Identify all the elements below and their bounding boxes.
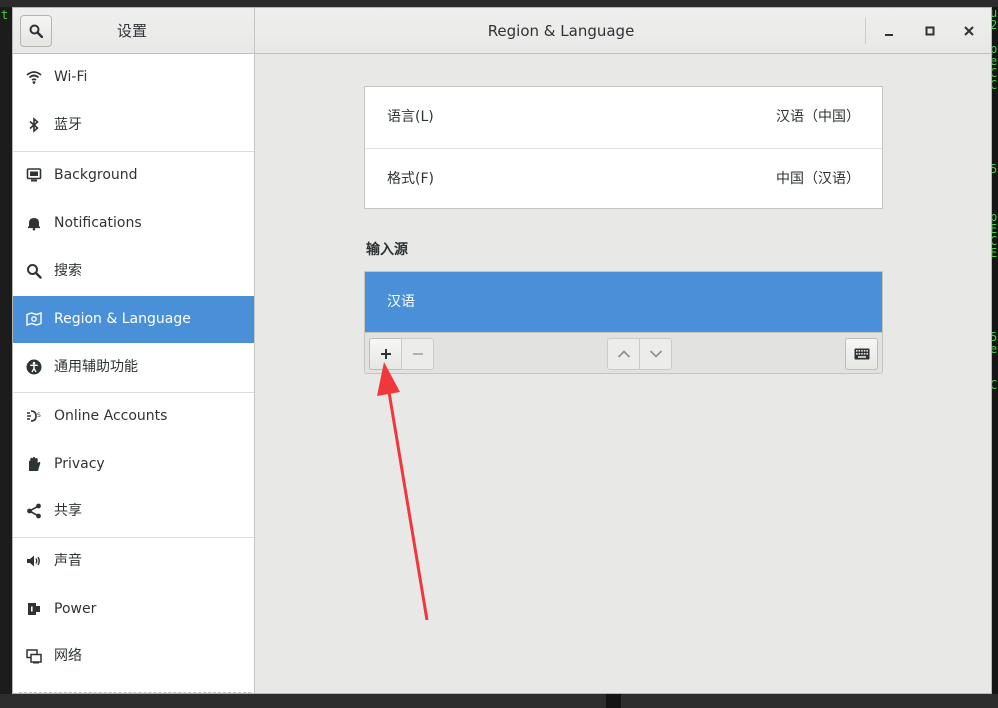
search-icon [26,263,42,279]
sidebar-item-label: Notifications [54,215,142,231]
language-value: 汉语（中国） [776,109,860,125]
sidebar-item-search[interactable]: 搜索 [13,248,254,295]
sidebar-item-label: 共享 [54,503,82,519]
move-up-button[interactable] [607,338,640,370]
sidebar-item-label: 蓝牙 [54,117,82,133]
bluetooth-icon [26,117,42,133]
region-icon [26,311,42,327]
wifi-icon [26,69,42,85]
move-down-button[interactable] [639,338,672,370]
sidebar-item-label: Background [54,167,138,183]
header-separator [865,18,866,44]
sidebar-item-label: Wi-Fi [54,69,88,85]
background-icon [26,167,42,183]
header-bar: 设置 Region & Language [13,8,991,54]
formats-label: 格式(F) [387,171,434,187]
chevron-down-icon [649,350,662,358]
sidebar-item-online-accounts[interactable]: S Online Accounts [13,393,254,440]
power-icon [26,601,42,617]
chevron-up-icon [617,350,630,358]
sidebar-item-bluetooth[interactable]: 蓝牙 [13,102,254,149]
input-source-label: 汉语 [387,294,415,310]
search-button[interactable] [20,15,52,47]
keyboard-layout-button[interactable] [845,338,878,370]
maximize-button[interactable] [915,16,945,46]
bell-icon [26,215,42,231]
sidebar-item-sound[interactable]: 声音 [13,538,254,585]
language-label: 语言(L) [387,109,434,125]
background-terminal-strip [0,0,998,7]
search-icon [29,24,43,38]
minimize-button[interactable] [874,16,904,46]
sidebar-scroll-edge [19,692,251,693]
language-format-frame: 语言(L) 汉语（中国） 格式(F) 中国（汉语） [364,86,883,209]
sidebar-item-label: 网络 [54,648,82,664]
window-title: Region & Language [487,22,635,40]
background-terminal-bottom [0,694,998,708]
sidebar-item-network[interactable]: 网络 [13,633,254,680]
minimize-icon [885,34,893,36]
language-row[interactable]: 语言(L) 汉语（中国） [365,87,882,148]
input-sources-heading: 输入源 [366,242,408,258]
sidebar-title: 设置 [116,22,147,40]
add-input-source-button[interactable] [369,338,402,370]
sidebar-item-label: 搜索 [54,263,82,279]
close-button[interactable] [954,16,984,46]
close-icon [964,26,974,36]
minus-icon [412,353,423,355]
sidebar-item-power[interactable]: Power [13,586,254,633]
sidebar: Wi-Fi 蓝牙 Background Notifications 搜索 Reg… [13,54,255,693]
input-sources-toolbar [365,332,882,373]
share-icon [26,503,42,519]
plus-icon [380,349,391,359]
sidebar-item-label: 通用辅助功能 [54,359,138,375]
keyboard-icon [854,348,869,360]
speaker-icon [26,553,42,569]
sidebar-item-sharing[interactable]: 共享 [13,488,254,535]
formats-value: 中国（汉语） [776,171,860,187]
accessibility-icon [26,359,42,375]
sidebar-item-wifi[interactable]: Wi-Fi [13,54,254,101]
sidebar-item-background[interactable]: Background [13,152,254,199]
sidebar-header: 设置 [13,8,255,54]
input-source-row[interactable]: 汉语 [365,272,882,332]
sidebar-item-accessibility[interactable]: 通用辅助功能 [13,344,254,391]
remove-input-source-button[interactable] [401,338,434,370]
network-icon [26,648,42,664]
sidebar-item-region-language[interactable]: Region & Language [13,296,254,343]
input-sources-list: 汉语 [364,271,883,374]
svg-text:S: S [37,412,41,419]
sidebar-item-privacy[interactable]: Privacy [13,441,254,488]
settings-window: 设置 Region & Language Wi-Fi 蓝牙 Background… [12,7,992,694]
sidebar-item-label: 声音 [54,553,82,569]
online-accounts-icon: S [26,408,42,424]
terminal-text: t [1,8,9,22]
sidebar-item-label: Online Accounts [54,408,168,424]
sidebar-item-label: Privacy [54,456,105,472]
sidebar-item-label: Power [54,601,97,617]
formats-row[interactable]: 格式(F) 中国（汉语） [365,148,882,209]
sidebar-item-notifications[interactable]: Notifications [13,200,254,247]
sidebar-item-label: Region & Language [54,311,191,327]
privacy-hand-icon [26,456,42,472]
maximize-icon [925,26,935,36]
